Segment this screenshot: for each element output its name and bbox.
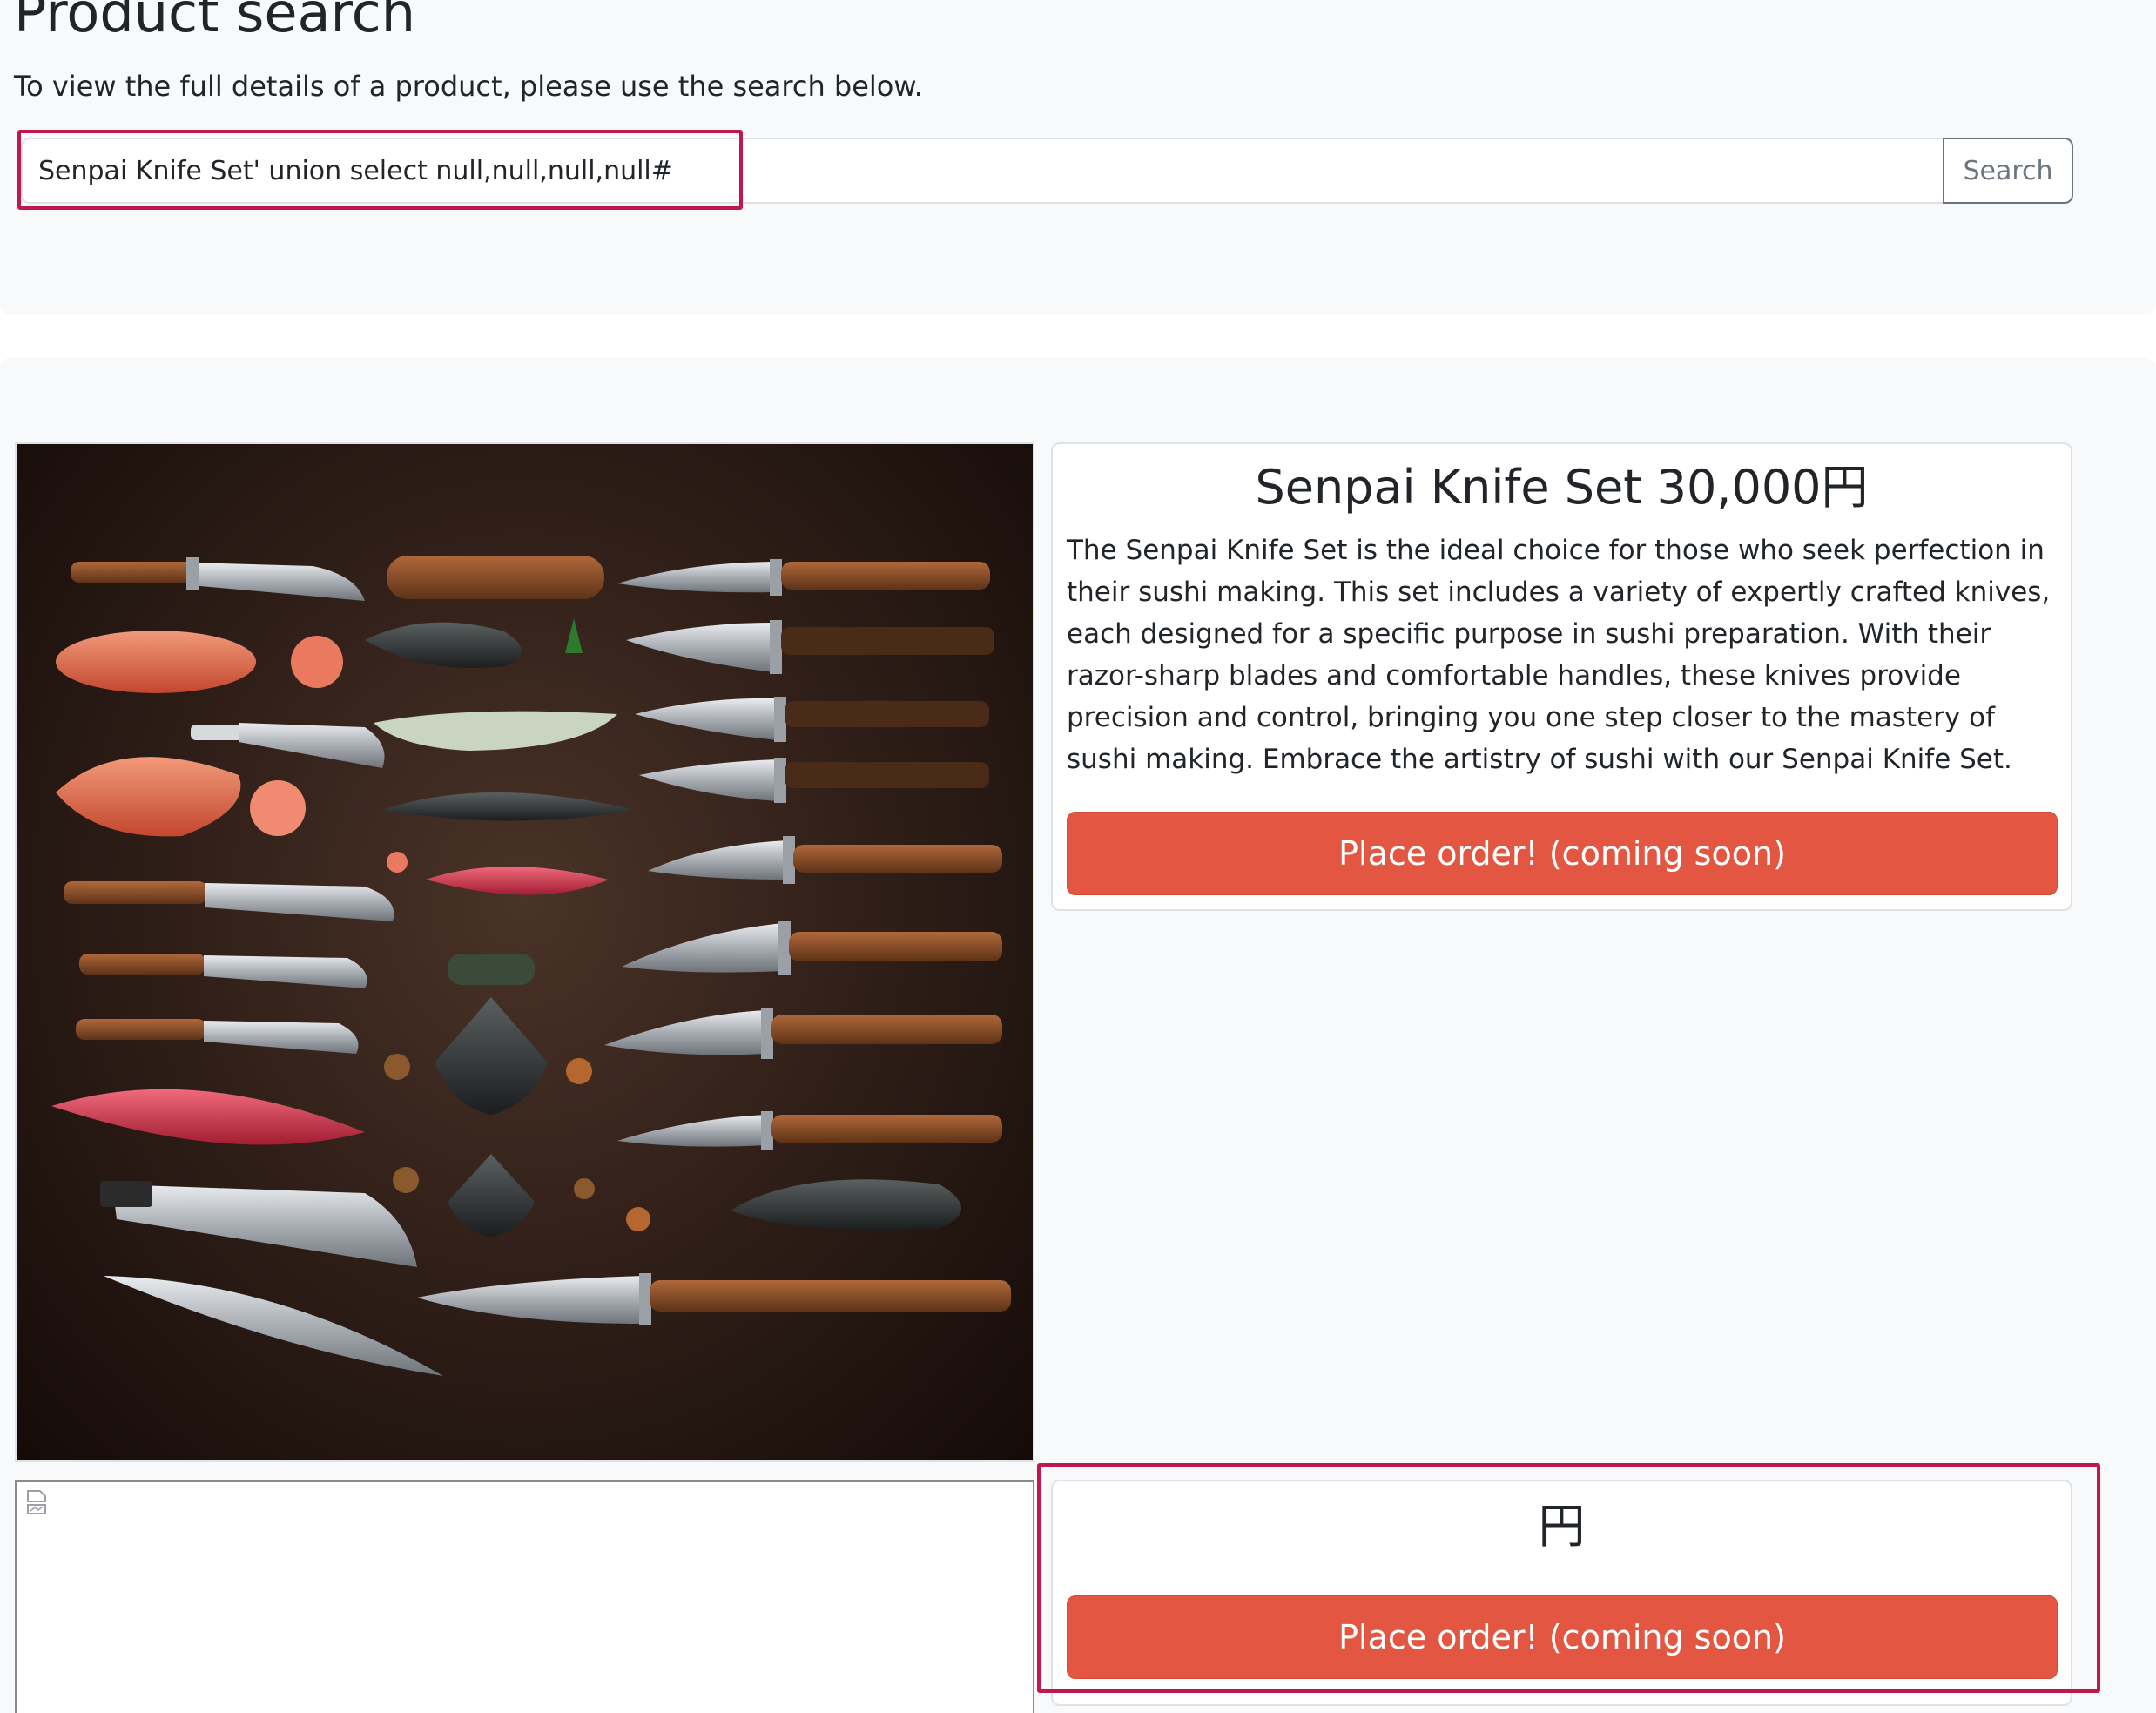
product-description: The Senpai Knife Set is the ideal choice… <box>1067 535 2051 775</box>
knife-set-illustration <box>51 556 1011 1376</box>
product-title: 円 <box>1538 1499 1586 1554</box>
product-card-1: Senpai Knife Set 30,000円 The Senpai Knif… <box>1051 442 2072 911</box>
product-image-broken <box>15 1480 1034 1713</box>
page-title: Product search <box>14 0 416 44</box>
product-image-knife-set <box>15 442 1034 1462</box>
broken-image-icon <box>27 1490 46 1514</box>
product-card-2: 円 Place order! (coming soon) <box>1051 1480 2072 1706</box>
product-title: Senpai Knife Set 30,000円 <box>1255 460 1869 515</box>
place-order-button[interactable]: Place order! (coming soon) <box>1067 1595 2058 1679</box>
search-button[interactable]: Search <box>1943 138 2073 204</box>
search-input[interactable] <box>21 138 1945 204</box>
place-order-button[interactable]: Place order! (coming soon) <box>1067 812 2058 895</box>
search-hint: To view the full details of a product, p… <box>14 70 923 103</box>
